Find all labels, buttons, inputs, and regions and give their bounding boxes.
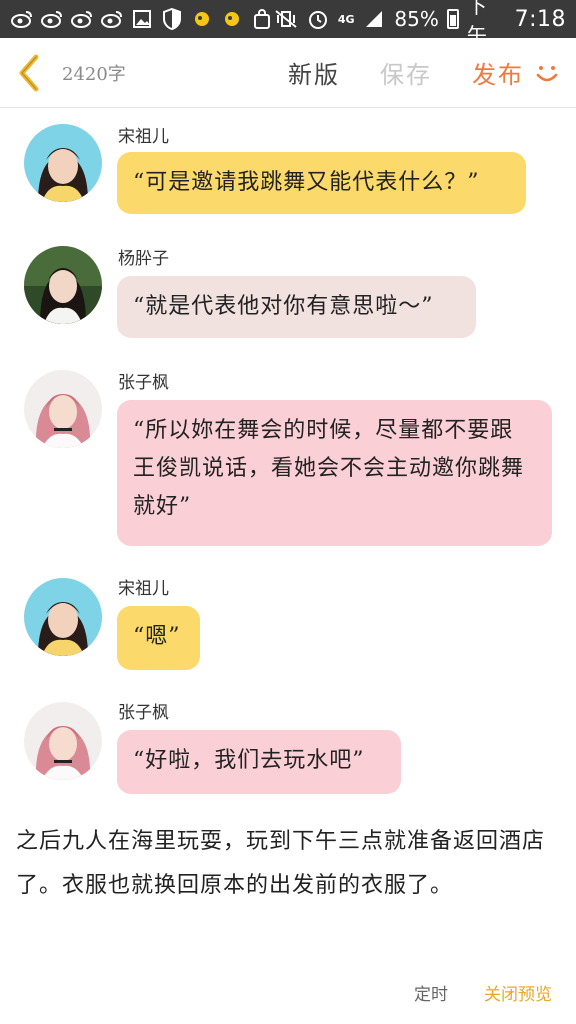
save-button[interactable]: 保存 bbox=[360, 55, 452, 90]
network-type: 4G bbox=[337, 12, 355, 26]
weibo-icon bbox=[40, 7, 64, 31]
battery-icon bbox=[446, 9, 459, 29]
image-icon bbox=[130, 7, 154, 31]
message-bubble: “好啦，我们去玩水吧” bbox=[117, 730, 401, 794]
emoji-smile-icon[interactable] bbox=[532, 58, 562, 88]
signal-icon bbox=[363, 7, 387, 31]
sender-name: 张子枫 bbox=[118, 703, 169, 723]
message-bubble: “嗯” bbox=[117, 606, 200, 670]
avatar bbox=[24, 578, 102, 656]
shopping-bag-icon bbox=[250, 7, 274, 31]
new-version-button[interactable]: 新版 bbox=[268, 55, 360, 90]
editor-toolbar: 2420字 新版 保存 发布 bbox=[0, 38, 576, 108]
alarm-icon bbox=[306, 7, 330, 31]
word-count: 2420字 bbox=[62, 63, 126, 85]
clock: 7:18 bbox=[514, 6, 566, 32]
schedule-button[interactable]: 定时 bbox=[414, 980, 448, 1005]
bottom-action-bar: 定时 关闭预览 bbox=[0, 970, 576, 1014]
avatar bbox=[24, 124, 102, 202]
app-icon bbox=[190, 7, 214, 31]
message-bubble: “可是邀请我跳舞又能代表什么？” bbox=[117, 152, 526, 214]
avatar bbox=[24, 370, 102, 448]
shield-icon bbox=[160, 7, 184, 31]
message-bubble: “所以妳在舞会的时候，尽量都不要跟王俊凯说话，看她会不会主动邀你跳舞就好” bbox=[117, 400, 552, 546]
weibo-icon bbox=[100, 7, 124, 31]
publish-button[interactable]: 发布 bbox=[452, 55, 532, 90]
narration-paragraph: 之后九人在海里玩耍，玩到下午三点就准备返回酒店了。衣服也就换回原本的出发前的衣服… bbox=[16, 829, 546, 898]
avatar bbox=[24, 246, 102, 324]
weibo-icon bbox=[70, 7, 94, 31]
sender-name: 张子枫 bbox=[118, 373, 169, 393]
vibrate-mute-icon bbox=[274, 7, 298, 31]
notification-icons bbox=[10, 7, 274, 31]
close-preview-button[interactable]: 关闭预览 bbox=[484, 980, 552, 1005]
chevron-left-icon bbox=[19, 54, 39, 91]
sender-name: 宋祖儿 bbox=[118, 127, 169, 147]
battery-percent: 85% bbox=[394, 7, 439, 31]
sender-name: 杨肸子 bbox=[118, 249, 169, 269]
app-icon bbox=[220, 7, 244, 31]
sender-name: 宋祖儿 bbox=[118, 579, 169, 599]
back-button[interactable] bbox=[0, 38, 58, 108]
status-bar: 4G 85% 下午 7:18 bbox=[0, 0, 576, 47]
toolbar-actions: 新版 保存 发布 bbox=[268, 55, 576, 90]
weibo-icon bbox=[10, 7, 34, 31]
message-bubble: “就是代表他对你有意思啦～” bbox=[117, 276, 476, 338]
avatar bbox=[24, 702, 102, 780]
